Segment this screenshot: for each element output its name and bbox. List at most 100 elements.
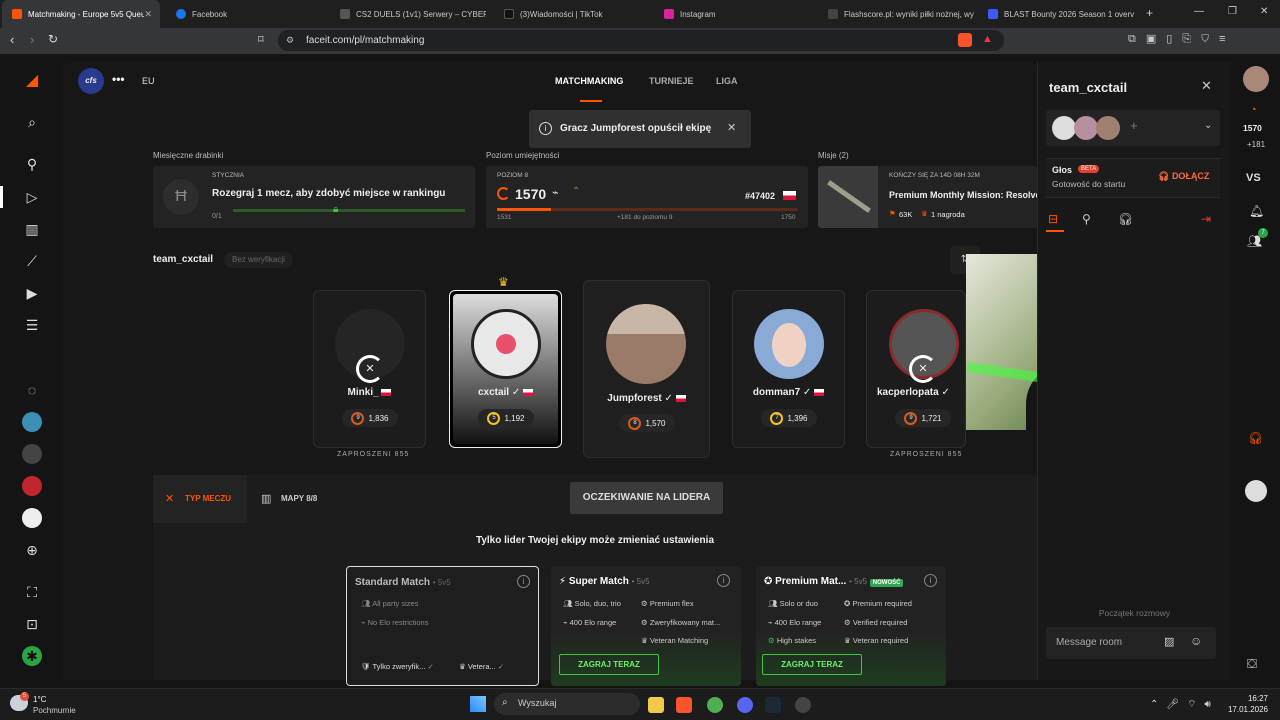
- minimize-icon[interactable]: —: [1194, 6, 1204, 17]
- kick-icon[interactable]: ✕: [909, 355, 937, 383]
- premium-match-card[interactable]: ✪ Premium Mat... • 5v5 NOWOŚĆ i 👥︎ Solo …: [756, 566, 946, 686]
- taskbar-search[interactable]: ⌕ Wyszukaj: [494, 693, 640, 715]
- skill-card[interactable]: POZIOM 8 1570 ⌁ ⌃ #47402 1531 +181 do po…: [486, 166, 808, 228]
- ranking-icon[interactable]: ▥: [22, 219, 42, 239]
- windows-start-icon[interactable]: [470, 696, 486, 712]
- add-club-icon[interactable]: ⊕: [22, 540, 42, 560]
- play-now-button[interactable]: ZAGRAJ TERAZ: [762, 654, 862, 675]
- tab-instagram[interactable]: Instagram: [654, 0, 814, 28]
- headphones-icon[interactable]: 🎧︎: [1248, 431, 1263, 445]
- steam-icon[interactable]: [765, 697, 781, 713]
- back-icon[interactable]: ‹: [10, 32, 14, 47]
- chrome-icon[interactable]: [707, 697, 723, 713]
- tab-cybershoke[interactable]: CS2 DUELS (1v1) Serwery – CYBERSHOKE: [330, 0, 490, 28]
- forward-icon[interactable]: ›: [30, 32, 34, 47]
- rewards-icon[interactable]: ▲: [982, 33, 993, 45]
- chevron-down-icon[interactable]: ⌄: [1204, 120, 1212, 131]
- file-explorer-icon[interactable]: [648, 697, 664, 713]
- extensions-icons[interactable]: ⧉▣▯⎘⛉≡: [1128, 32, 1235, 46]
- emoji-icon[interactable]: ☺: [1190, 634, 1202, 648]
- find-team-icon[interactable]: ⚲: [1082, 212, 1091, 226]
- club-avatar-3[interactable]: [22, 476, 42, 496]
- new-tab-icon[interactable]: +: [1146, 6, 1153, 20]
- club-avatar[interactable]: [1245, 480, 1267, 502]
- cfs-club-logo[interactable]: cfs: [78, 68, 104, 94]
- standard-match-card[interactable]: Standard Match • 5v5 i 👥︎ All party size…: [346, 566, 539, 686]
- tab-tiktok[interactable]: (3)Wiadomości | TikTok: [494, 0, 654, 28]
- headphones-icon[interactable]: 🎧︎: [1118, 212, 1133, 226]
- vs-icon[interactable]: VS: [1246, 172, 1261, 184]
- join-voice-button[interactable]: 🎧︎ DOŁĄCZ: [1158, 171, 1209, 182]
- list-icon[interactable]: ☰: [22, 315, 42, 335]
- stats-icon[interactable]: ⟋: [22, 251, 42, 271]
- player-card-kacperlopata[interactable]: ✕ kacperlopata ✓ 9 1,721: [866, 290, 966, 448]
- skill-progress-fill: [497, 208, 551, 211]
- tab-match-type[interactable]: ✕ TYP MECZU: [153, 475, 247, 523]
- discord-icon[interactable]: [737, 697, 753, 713]
- player-card-cxctail[interactable]: cxctail ✓ 5 1,192: [449, 290, 562, 448]
- image-icon[interactable]: ▨: [1164, 635, 1174, 648]
- club-avatar-2[interactable]: [22, 444, 42, 464]
- url-input[interactable]: faceit.com/pl/matchmaking: [278, 30, 1004, 51]
- fullscreen-exit-icon[interactable]: ⛋: [1247, 656, 1257, 672]
- nav-tournaments[interactable]: TURNIEJE: [649, 76, 694, 86]
- leave-icon[interactable]: ⇥: [1201, 212, 1211, 226]
- obs-icon[interactable]: [795, 697, 811, 713]
- kick-icon[interactable]: ✕: [356, 355, 384, 383]
- tab-facebook[interactable]: Facebook: [166, 0, 326, 28]
- tab-flashscore[interactable]: Flashscore.pl: wyniki piłki nożnej, wyni…: [818, 0, 978, 28]
- play-icon[interactable]: ▷: [22, 187, 42, 207]
- bookmark-icon[interactable]: ⌑: [258, 33, 264, 46]
- user-avatar[interactable]: [1243, 66, 1269, 92]
- skill-mid: +181 do poziomu 9: [617, 214, 673, 221]
- chat-tab-icon[interactable]: ⊟: [1048, 212, 1058, 226]
- mission-ends: KOŃCZY SIĘ ZA 14D 08H 32M: [889, 172, 980, 179]
- flashscore-icon: [828, 9, 838, 19]
- ranking-card[interactable]: Ħ STYCZNIA Rozegraj 1 mecz, aby zdobyć m…: [153, 166, 475, 228]
- nav-matchmaking[interactable]: MATCHMAKING: [555, 76, 623, 86]
- region-label[interactable]: EU: [142, 76, 155, 86]
- message-input[interactable]: Message room ▨ ☺: [1046, 627, 1216, 659]
- active-tab-underline: [1046, 230, 1064, 232]
- tab-matchmaking[interactable]: Matchmaking - Europe 5v5 Queue ✕: [2, 0, 160, 28]
- add-member-icon[interactable]: +: [1130, 118, 1138, 133]
- brave-shields-icon[interactable]: [958, 33, 972, 47]
- maximize-icon[interactable]: ❐: [1228, 6, 1237, 17]
- fullscreen-icon[interactable]: ⛶: [22, 582, 42, 602]
- waiting-for-leader-button[interactable]: OCZEKIWANIE NA LIDERA: [570, 482, 723, 514]
- player-card-domman7[interactable]: domman7 ✓ 7 1,396: [732, 290, 845, 448]
- party-members[interactable]: + ⌄: [1046, 110, 1220, 146]
- info-icon[interactable]: i: [924, 574, 937, 587]
- reload-icon[interactable]: ↻: [48, 32, 58, 46]
- player-card-minki[interactable]: ✕ Minki_ 9 1,836: [313, 290, 426, 448]
- verified-icon[interactable]: ✱: [22, 646, 42, 666]
- bell-icon[interactable]: 🔔︎: [1249, 204, 1264, 218]
- player-elo: 9 1,836: [342, 409, 398, 427]
- close-toast-icon[interactable]: ✕: [727, 121, 736, 134]
- tab-blast[interactable]: BLAST Bounty 2026 Season 1 overview: [978, 0, 1138, 28]
- player-card-jumpforest[interactable]: Jumpforest ✓ 8 1,570: [583, 280, 710, 458]
- info-icon[interactable]: i: [717, 574, 730, 587]
- info-icon[interactable]: i: [517, 575, 530, 588]
- tab-maps[interactable]: MAPY 8/8: [281, 494, 317, 503]
- video-icon[interactable]: ▶: [22, 283, 42, 303]
- super-match-card[interactable]: ⚡︎ Super Match • 5v5 i 👥︎ Solo, duo, tri…: [551, 566, 741, 686]
- more-icon[interactable]: •••: [112, 72, 125, 86]
- clubs-icon[interactable]: ◌: [22, 380, 42, 400]
- brave-icon[interactable]: [676, 697, 692, 713]
- search-icon[interactable]: ⌕: [22, 112, 42, 132]
- mission-card[interactable]: KOŃCZY SIĘ ZA 14D 08H 32M Premium Monthl…: [818, 166, 1037, 228]
- close-panel-icon[interactable]: ✕: [1201, 78, 1212, 94]
- close-window-icon[interactable]: ✕: [1260, 6, 1268, 17]
- shop-icon[interactable]: ⊡: [22, 614, 42, 634]
- ranking-progress: [233, 209, 465, 212]
- site-settings-icon[interactable]: ⚙: [286, 35, 294, 46]
- play-now-button[interactable]: ZAGRAJ TERAZ: [559, 654, 659, 675]
- nav-league[interactable]: LIGA: [716, 76, 738, 86]
- close-tab-icon[interactable]: ✕: [144, 9, 152, 20]
- find-players-icon[interactable]: ⚲: [22, 154, 42, 174]
- faceit-logo-icon[interactable]: ◢: [22, 70, 42, 90]
- tray-icons[interactable]: ⌃🎤︎⌔🔊︎: [1150, 698, 1219, 711]
- club-avatar-4[interactable]: [22, 508, 42, 528]
- club-avatar-1[interactable]: [22, 412, 42, 432]
